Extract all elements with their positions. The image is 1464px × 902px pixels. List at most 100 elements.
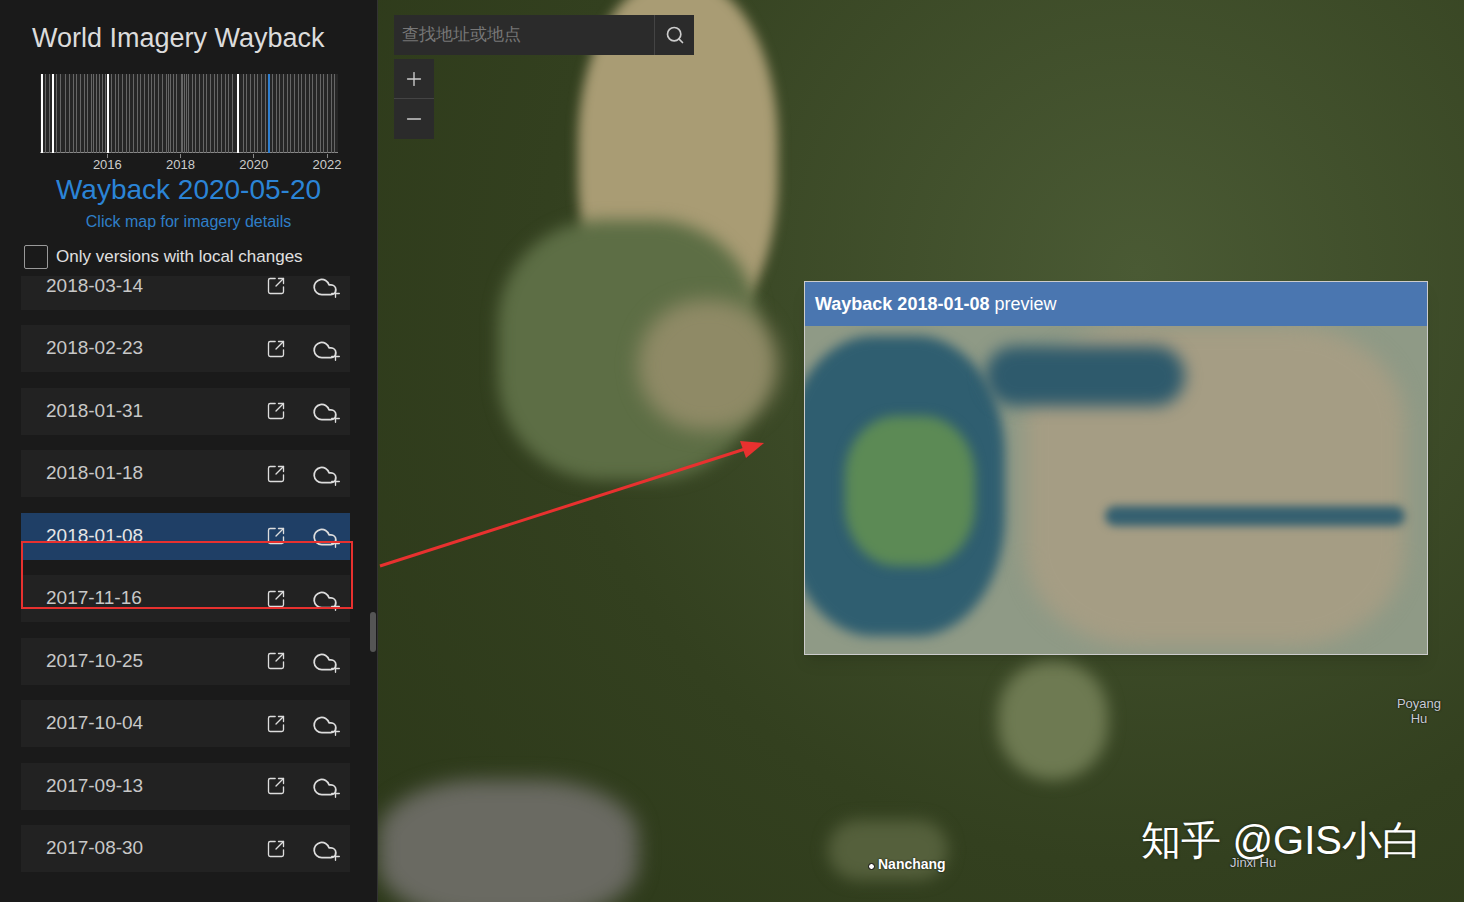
release-bar[interactable] [250,74,251,153]
release-bar[interactable] [154,74,155,153]
release-bar[interactable] [73,74,74,153]
release-bar-highlight[interactable] [52,74,54,153]
release-bar[interactable] [312,74,313,153]
release-bar[interactable] [96,74,97,153]
download-cloud-icon[interactable] [312,649,340,673]
open-external-icon[interactable] [266,839,286,859]
open-external-icon[interactable] [266,776,286,796]
release-bar[interactable] [65,74,66,153]
release-bar[interactable] [217,74,218,153]
local-changes-checkbox[interactable]: Only versions with local changes [24,244,377,270]
release-bar[interactable] [265,74,266,153]
release-bar[interactable] [283,74,284,153]
release-bar[interactable] [60,74,61,153]
checkbox-box[interactable] [24,245,48,269]
release-bar[interactable] [133,74,134,153]
release-bar[interactable] [168,74,169,153]
release-bar[interactable] [327,74,328,153]
release-bar[interactable] [151,74,152,153]
open-external-icon[interactable] [266,401,286,421]
release-bar[interactable] [140,74,141,153]
zoom-out-button[interactable] [394,99,434,139]
release-bar[interactable] [203,74,204,153]
release-bar[interactable] [158,74,159,153]
release-bar[interactable] [206,74,207,153]
release-bar[interactable] [279,74,280,153]
download-cloud-icon[interactable] [312,524,340,548]
version-item[interactable]: 2018-01-18 [21,450,350,497]
release-bar[interactable] [254,74,255,153]
release-bar[interactable] [331,74,332,153]
open-external-icon[interactable] [266,651,286,671]
release-bar[interactable] [126,74,127,153]
release-bar[interactable] [195,74,196,153]
release-bar[interactable] [162,74,163,153]
release-bar[interactable] [99,74,100,153]
version-item[interactable]: 2018-03-14 [21,276,350,310]
release-bar[interactable] [105,74,106,153]
open-external-icon[interactable] [266,589,286,609]
release-bar[interactable] [137,74,138,153]
release-bar[interactable] [118,74,119,153]
download-cloud-icon[interactable] [312,837,340,861]
release-bar[interactable] [91,74,92,153]
release-bar[interactable] [210,74,211,153]
version-item[interactable]: 2018-01-08 [21,513,350,560]
version-item[interactable]: 2017-10-04 [21,700,350,747]
release-bar[interactable] [80,74,81,153]
open-external-icon[interactable] [266,714,286,734]
release-bar[interactable] [148,74,149,153]
timeline[interactable]: 2016201820202022 [40,74,338,172]
open-external-icon[interactable] [266,464,286,484]
release-bar[interactable] [272,74,273,153]
release-bar[interactable] [173,74,174,153]
release-bar[interactable] [305,74,306,153]
version-item[interactable]: 2018-01-31 [21,388,350,435]
release-bar[interactable] [192,74,193,153]
release-bar-highlight[interactable] [107,74,109,153]
version-list[interactable]: 2018-03-142018-02-232018-01-312018-01-18… [0,276,377,902]
release-bar-highlight[interactable] [237,74,239,153]
download-cloud-icon[interactable] [312,399,340,423]
release-bar[interactable] [93,74,94,153]
release-bar[interactable] [294,74,295,153]
release-bar[interactable] [170,74,171,153]
release-bar[interactable] [176,74,177,153]
download-cloud-icon[interactable] [312,774,340,798]
release-bar[interactable] [45,74,46,153]
release-bar[interactable] [69,74,70,153]
open-external-icon[interactable] [266,339,286,359]
open-external-icon[interactable] [266,526,286,546]
download-cloud-icon[interactable] [312,337,340,361]
release-bar[interactable] [243,74,244,153]
release-bar[interactable] [115,74,116,153]
release-bar[interactable] [290,74,291,153]
release-bar[interactable] [76,74,77,153]
release-bar[interactable] [287,74,288,153]
release-bar[interactable] [323,74,324,153]
version-item[interactable]: 2017-09-13 [21,763,350,810]
version-item[interactable]: 2017-10-25 [21,638,350,685]
download-cloud-icon[interactable] [312,712,340,736]
release-bar[interactable] [261,74,262,153]
download-cloud-icon[interactable] [312,276,340,299]
open-external-icon[interactable] [266,276,286,296]
release-bar[interactable] [144,74,145,153]
release-bar[interactable] [316,74,317,153]
release-bar[interactable] [334,74,335,153]
release-bar[interactable] [84,74,85,153]
release-bar[interactable] [257,74,258,153]
release-bar[interactable] [228,74,229,153]
release-bar[interactable] [87,74,88,153]
release-bar[interactable] [122,74,123,153]
release-bar[interactable] [111,74,112,153]
release-bar[interactable] [129,74,130,153]
release-bar[interactable] [188,74,189,153]
release-bar[interactable] [320,74,321,153]
release-bar[interactable] [276,74,277,153]
download-cloud-icon[interactable] [312,587,340,611]
zoom-in-button[interactable] [394,59,434,99]
release-bar[interactable] [166,74,167,153]
release-bar[interactable] [225,74,226,153]
release-bar[interactable] [49,74,50,153]
